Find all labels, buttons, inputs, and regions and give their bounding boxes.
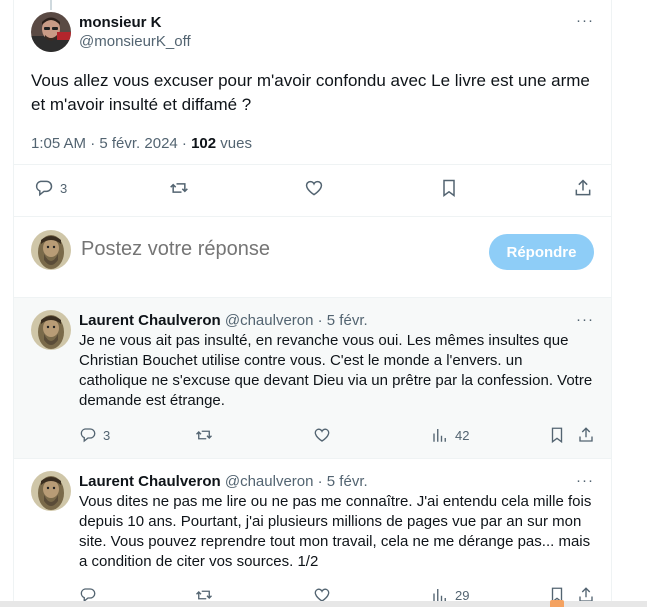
author-handle-date[interactable]: @chaulveron · 5 févr. [225, 312, 368, 329]
more-options-icon[interactable]: ··· [576, 12, 594, 29]
views-label: vues [216, 135, 252, 152]
bookmark-button[interactable] [439, 178, 459, 198]
avatar[interactable] [31, 471, 71, 511]
tweet-text: Vous allez vous excuser pour m'avoir con… [31, 71, 590, 114]
views-button[interactable]: 42 [431, 426, 469, 444]
author-handle-date[interactable]: @chaulveron · 5 févr. [225, 473, 368, 490]
repost-icon [170, 183, 188, 193]
taskbar-indicator [550, 600, 564, 607]
reply-tweet[interactable]: Laurent Chaulveron @chaulveron · 5 févr.… [14, 298, 611, 458]
repost-icon [196, 430, 212, 440]
divider [14, 164, 611, 165]
reply-submit-button[interactable]: Répondre [489, 234, 594, 270]
more-options-icon[interactable]: ··· [576, 311, 594, 328]
author-display-name[interactable]: monsieur K [79, 14, 191, 32]
repost-button[interactable] [195, 426, 213, 444]
analytics-icon [433, 429, 446, 442]
author-display-name[interactable]: Laurent Chaulveron [79, 312, 221, 329]
more-options-icon[interactable]: ··· [576, 472, 594, 489]
bookmark-icon [443, 179, 455, 197]
share-icon [575, 179, 591, 196]
tweet-text: Vous dites ne pas me lire ou ne pas me c… [79, 493, 592, 570]
reply-button[interactable]: 3 [79, 426, 110, 444]
reply-tweet[interactable]: Laurent Chaulveron @chaulveron · 5 févr.… [14, 459, 611, 607]
author-handle[interactable]: @monsieurK_off [79, 32, 191, 51]
thread-connector-line [50, 0, 52, 10]
views-count: 42 [455, 427, 470, 443]
reply-icon [80, 428, 96, 443]
tweet-actions: 3 42 [79, 426, 594, 448]
focused-tweet: monsieur K @monsieurK_off ··· Vous allez… [31, 12, 594, 152]
reply-input[interactable] [81, 238, 381, 261]
views-count: 102 [191, 135, 217, 152]
tweet-meta: 1:05 AM · 5 févr. 2024 · 102 vues [31, 135, 594, 152]
heart-icon [314, 428, 330, 442]
author-display-name[interactable]: Laurent Chaulveron [79, 473, 221, 490]
like-button[interactable] [313, 426, 331, 444]
bookmark-icon [551, 427, 563, 444]
avatar[interactable] [31, 12, 71, 52]
timeline-column: monsieur K @monsieurK_off ··· Vous allez… [13, 0, 612, 607]
reply-icon [35, 180, 53, 197]
reply-button[interactable]: 3 [34, 178, 67, 198]
reply-composer: Répondre [31, 230, 594, 274]
share-button[interactable] [577, 426, 595, 444]
tweet-actions: 3 [34, 178, 593, 204]
heart-icon [305, 180, 323, 196]
divider [14, 216, 611, 217]
share-icon [579, 427, 593, 442]
avatar[interactable] [31, 310, 71, 350]
like-button[interactable] [304, 178, 324, 198]
tweet-timestamp[interactable]: 1:05 AM · 5 févr. 2024 · [31, 135, 191, 152]
repost-button[interactable] [169, 178, 189, 198]
tweet-text: Je ne vous ait pas insulté, en revanche … [79, 332, 593, 409]
current-user-avatar[interactable] [31, 230, 71, 270]
share-button[interactable] [573, 178, 593, 198]
reply-count: 3 [103, 427, 111, 443]
reply-count: 3 [60, 180, 68, 196]
scrollbar-track[interactable] [612, 0, 647, 607]
bookmark-button[interactable] [548, 426, 566, 444]
